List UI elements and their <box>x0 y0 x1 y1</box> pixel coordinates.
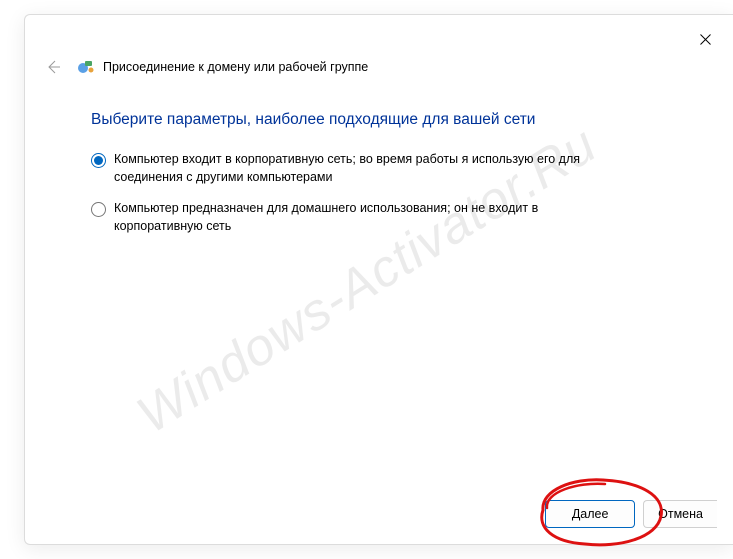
radio-indicator <box>91 153 106 168</box>
wizard-icon <box>77 58 95 76</box>
wizard-content: Выберите параметры, наиболее подходящие … <box>25 77 733 235</box>
radio-option-corporate[interactable]: Компьютер входит в корпоративную сеть; в… <box>91 151 667 186</box>
back-button[interactable] <box>43 57 63 77</box>
cancel-button[interactable]: Отмена <box>643 500 717 528</box>
wizard-title: Присоединение к домену или рабочей групп… <box>103 60 368 74</box>
radio-option-home[interactable]: Компьютер предназначен для домашнего исп… <box>91 200 667 235</box>
back-arrow-icon <box>45 59 61 75</box>
network-type-radio-group: Компьютер входит в корпоративную сеть; в… <box>91 151 667 235</box>
radio-label: Компьютер входит в корпоративную сеть; в… <box>114 151 584 186</box>
page-heading: Выберите параметры, наиболее подходящие … <box>91 111 667 129</box>
wizard-header: Присоединение к домену или рабочей групп… <box>25 15 733 77</box>
radio-label: Компьютер предназначен для домашнего исп… <box>114 200 584 235</box>
radio-indicator <box>91 202 106 217</box>
wizard-footer: Далее Отмена <box>545 500 717 528</box>
next-button[interactable]: Далее <box>545 500 635 528</box>
wizard-dialog: Присоединение к домену или рабочей групп… <box>24 14 733 545</box>
close-button[interactable] <box>691 25 719 53</box>
close-icon <box>700 34 711 45</box>
